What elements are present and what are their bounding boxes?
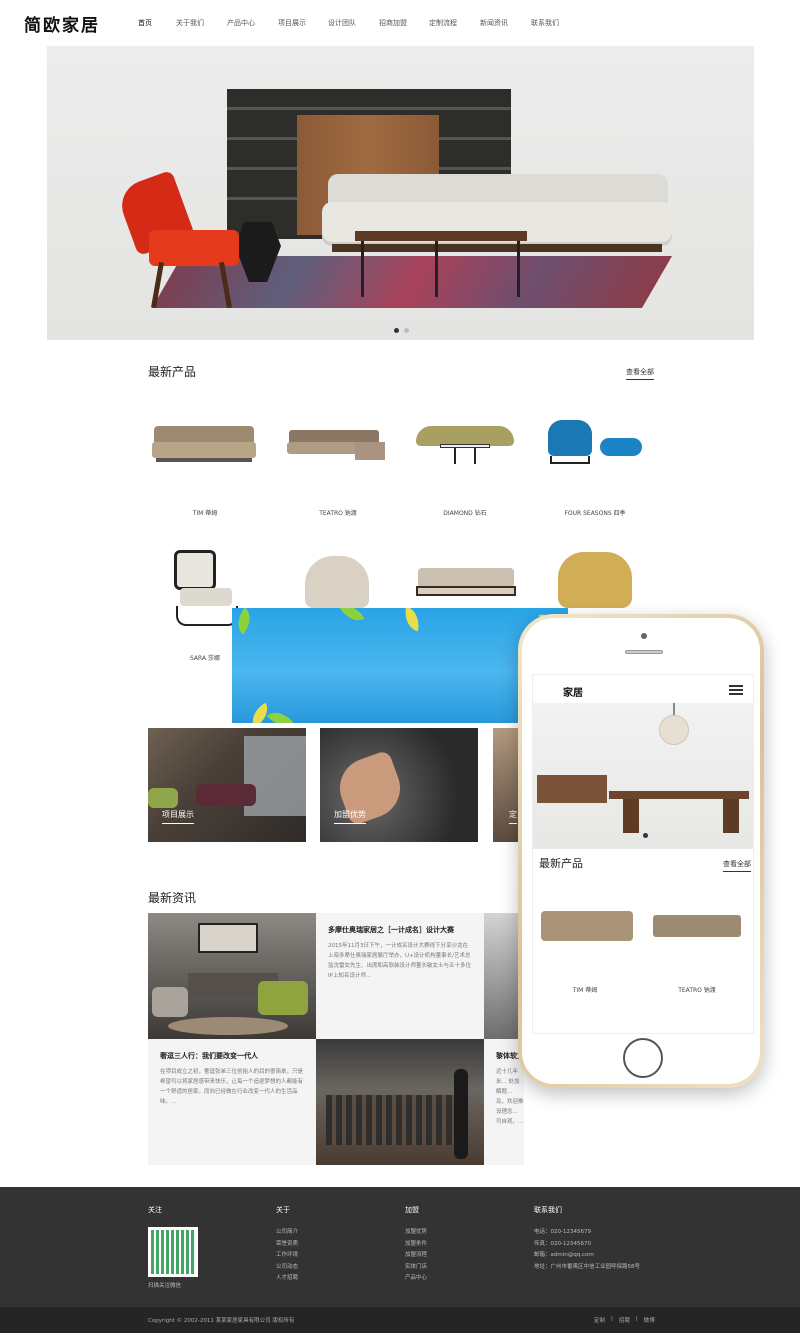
footer-link[interactable]: 实体门店 [405,1262,427,1274]
speaker-icon [625,650,663,654]
product-name: TEATRO 钠渡 [319,510,357,517]
home-button[interactable] [623,1038,663,1078]
banner-sofa [322,174,672,258]
phone-product-name: TIM 蒂姆 [572,987,598,994]
footer-join: 加盟 加盟优势 加盟条件 加盟流程 实体门店 产品中心 [405,1205,427,1285]
nav-news[interactable]: 新闻资讯 [480,18,531,28]
footer-heading: 关于 [276,1206,290,1214]
product-card[interactable]: DIAMOND 钻石 [410,420,520,517]
product-name: TIM 蒂姆 [192,510,218,517]
carousel-dot-2[interactable] [404,328,409,333]
product-card[interactable]: TIM 蒂姆 [150,420,260,517]
nav-about[interactable]: 关于我们 [176,18,227,28]
footer-link[interactable]: 工作环境 [276,1250,298,1262]
nav-home[interactable]: 首页 [138,18,176,28]
carousel-dots [394,328,414,333]
footer-link[interactable]: 公司动态 [276,1262,298,1274]
banner-table [355,231,527,297]
phone-product-image[interactable] [653,915,741,937]
footer-link[interactable]: 荣誉资质 [276,1239,298,1251]
nav-franchise[interactable]: 招商加盟 [379,18,429,28]
banner-chair [114,169,253,309]
footer-about: 关于 公司简介 荣誉资质 工作环境 公司动态 人才招聘 [276,1205,298,1285]
qr-code-icon [148,1227,198,1277]
link-recruit[interactable]: 招聘 [619,1316,630,1324]
qr-caption: 扫描关注微信 [148,1283,182,1289]
nav-products[interactable]: 产品中心 [227,18,278,28]
news-desc: 近十几年米... 处加解题... 及，欢迎推设理念... 可自观，... [496,1069,524,1125]
nav-projects[interactable]: 项目展示 [278,18,328,28]
phone-products-title: 最新产品 [539,857,583,870]
feature-card-advantages[interactable]: 加盟优势 [320,728,478,842]
footer-heading: 关注 [148,1206,162,1214]
news-item-2[interactable]: 奢逗三人行：我们要改变一代人 在项目成立之初，奢逗张弟三位创始人的目的很简单，只… [148,1039,316,1165]
news-image-1[interactable] [148,913,316,1039]
phone-screen: 家居 最新产品 查看全部 TIM 蒂姆 TEATRO 钠渡 [532,674,754,1034]
phone-mockup: 家居 最新产品 查看全部 TIM 蒂姆 TEATRO 钠渡 [518,614,764,1088]
footer-link[interactable]: 人才招聘 [276,1273,298,1285]
news-image-2[interactable] [316,1039,484,1165]
footer-bottom: Copyright © 2002-2011 某某家居家具有限公司 版权所有 定制… [0,1307,800,1333]
footer-heading: 联系我们 [534,1206,562,1214]
copyright: Copyright © 2002-2011 某某家居家具有限公司 版权所有 [148,1318,295,1324]
main-nav: 首页 关于我们 产品中心 项目展示 设计团队 招商加盟 定制流程 新闻资讯 联系… [138,18,559,28]
product-card[interactable]: FOUR SEASONS 四季 [540,420,650,517]
news-title: 奢逗三人行：我们要改变一代人 [160,1052,258,1060]
footer-link[interactable]: 产品中心 [405,1273,427,1285]
phone-view-all[interactable]: 查看全部 [723,859,751,872]
contact-email[interactable]: 邮箱：admin@qq.com [534,1250,640,1262]
phone-banner[interactable] [533,703,753,849]
menu-icon[interactable] [729,685,743,687]
contact-phone: 电话：020-12345679 [534,1229,591,1235]
footer: 关注 扫描关注微信 关于 公司简介 荣誉资质 工作环境 公司动态 人才招聘 加盟… [0,1187,800,1307]
link-custom[interactable]: 定制 [594,1316,605,1324]
products-view-all[interactable]: 查看全部 [626,367,654,380]
feature-card-projects[interactable]: 项目展示 [148,728,306,842]
site-logo[interactable]: 简欧家居 [24,11,100,36]
news-item-1[interactable]: 多摩仕奥瑞家居之［一计成名］设计大赛 2015年11月3日下午，一计成名设计大赛… [316,913,484,1039]
footer-link[interactable]: 公司简介 [276,1227,298,1239]
product-name: DIAMOND 钻石 [443,510,487,517]
phone-logo[interactable]: 家居 [563,684,583,699]
phone-product-name: TEATRO 钠渡 [678,987,716,994]
contact-address: 地址：广州市番禺区中信工业园呼探路58号 [534,1263,640,1270]
news-desc: 2015年11月3日下午，一计成名设计大赛线下分享沙龙在上海多摩仕奥瑞家居展厅举… [328,943,472,979]
hero-banner[interactable] [47,46,754,340]
separator: | [635,1316,638,1322]
product-name: FOUR SEASONS 四季 [564,510,626,517]
phone-product-image[interactable] [541,911,633,941]
nav-team[interactable]: 设计团队 [328,18,379,28]
feature-label: 加盟优势 [334,809,366,824]
bottom-links: 定制 | 招聘 | 微博 [594,1316,661,1324]
footer-follow: 关注 扫描关注微信 [148,1205,198,1293]
news-title: 最新资讯 [148,891,197,905]
feature-label: 项目展示 [162,809,194,824]
carousel-dot-1[interactable] [394,328,399,333]
footer-link[interactable]: 加盟条件 [405,1239,427,1251]
footer-link[interactable]: 加盟流程 [405,1250,427,1262]
footer-heading: 加盟 [405,1206,419,1214]
link-weibo[interactable]: 微博 [644,1316,655,1324]
footer-link[interactable]: 加盟优势 [405,1227,427,1239]
nav-contact[interactable]: 联系我们 [531,18,559,28]
news-desc: 在项目成立之初，奢逗张弟三位创始人的目的很简单，只是希望可以将家居感带来快乐，让… [160,1069,304,1105]
footer-contact: 联系我们 电话：020-12345679 传真：020-12345670 邮箱：… [534,1205,640,1273]
separator: | [611,1316,613,1322]
products-title: 最新产品 [148,365,197,379]
camera-icon [641,633,647,639]
header: 简欧家居 首页 关于我们 产品中心 项目展示 设计团队 招商加盟 定制流程 新闻… [0,0,800,46]
product-card[interactable]: TEATRO 钠渡 [283,420,393,517]
contact-fax: 传真：020-12345670 [534,1240,591,1247]
nav-process[interactable]: 定制流程 [429,18,480,28]
news-title: 多摩仕奥瑞家居之［一计成名］设计大赛 [328,926,454,934]
feature-label: 定 [509,809,517,824]
